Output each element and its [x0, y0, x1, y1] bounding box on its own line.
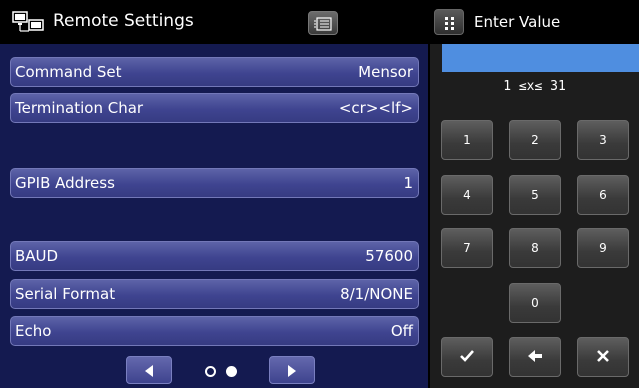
check-icon [460, 350, 474, 362]
confirm-button[interactable] [441, 337, 493, 377]
menu-button[interactable] [308, 11, 338, 35]
keypad-title: Enter Value [474, 13, 561, 31]
key-1[interactable]: 1 [441, 120, 493, 160]
left-triangle-icon [145, 365, 153, 377]
setting-value: 57600 [365, 247, 413, 265]
grip-dots-icon [445, 17, 454, 30]
x-icon [597, 350, 609, 362]
title-bar: Remote Settings [0, 0, 428, 44]
key-0[interactable]: 0 [509, 283, 561, 323]
keypad-header: Enter Value [430, 0, 639, 44]
setting-value: Mensor [358, 63, 413, 81]
menu-list-icon [314, 17, 332, 31]
backspace-button[interactable] [509, 337, 561, 377]
setting-row-termination-char[interactable]: Termination Char <cr><lf> [10, 93, 419, 123]
setting-value: 1 [403, 174, 413, 192]
page-dot-2[interactable] [226, 366, 237, 377]
setting-row-baud[interactable]: BAUD 57600 [10, 241, 419, 271]
prev-page-button[interactable] [126, 356, 172, 384]
setting-value: 8/1/NONE [340, 285, 413, 303]
keypad-handle-button[interactable] [434, 9, 464, 35]
setting-row-command-set[interactable]: Command Set Mensor [10, 57, 419, 87]
key-2[interactable]: 2 [509, 120, 561, 160]
setting-row-serial-format[interactable]: Serial Format 8/1/NONE [10, 279, 419, 309]
network-computers-icon [12, 11, 44, 32]
keypad-panel: Enter Value 1 ≤x≤ 31 1 2 3 4 5 6 7 8 9 0 [430, 0, 639, 388]
remote-settings-panel: Remote Settings Command Set Mensor Termi… [0, 0, 428, 388]
right-triangle-icon [288, 365, 296, 377]
setting-label: BAUD [15, 247, 59, 265]
key-7[interactable]: 7 [441, 228, 493, 268]
setting-row-echo[interactable]: Echo Off [10, 316, 419, 346]
page-dot-1[interactable] [205, 366, 216, 377]
setting-label: Serial Format [15, 285, 116, 303]
cancel-button[interactable] [577, 337, 629, 377]
setting-label: GPIB Address [15, 174, 115, 192]
key-6[interactable]: 6 [577, 175, 629, 215]
key-8[interactable]: 8 [509, 228, 561, 268]
setting-label: Command Set [15, 63, 122, 81]
setting-value: <cr><lf> [338, 99, 413, 117]
key-4[interactable]: 4 [441, 175, 493, 215]
range-hint: 1 ≤x≤ 31 [503, 79, 566, 94]
arrow-left-icon [528, 350, 542, 362]
setting-label: Echo [15, 322, 52, 340]
setting-row-gpib-address[interactable]: GPIB Address 1 [10, 168, 419, 198]
key-5[interactable]: 5 [509, 175, 561, 215]
setting-label: Termination Char [15, 99, 144, 117]
next-page-button[interactable] [269, 356, 315, 384]
setting-value: Off [390, 322, 413, 340]
key-9[interactable]: 9 [577, 228, 629, 268]
value-input[interactable] [442, 44, 639, 72]
page-title: Remote Settings [53, 11, 194, 31]
key-3[interactable]: 3 [577, 120, 629, 160]
